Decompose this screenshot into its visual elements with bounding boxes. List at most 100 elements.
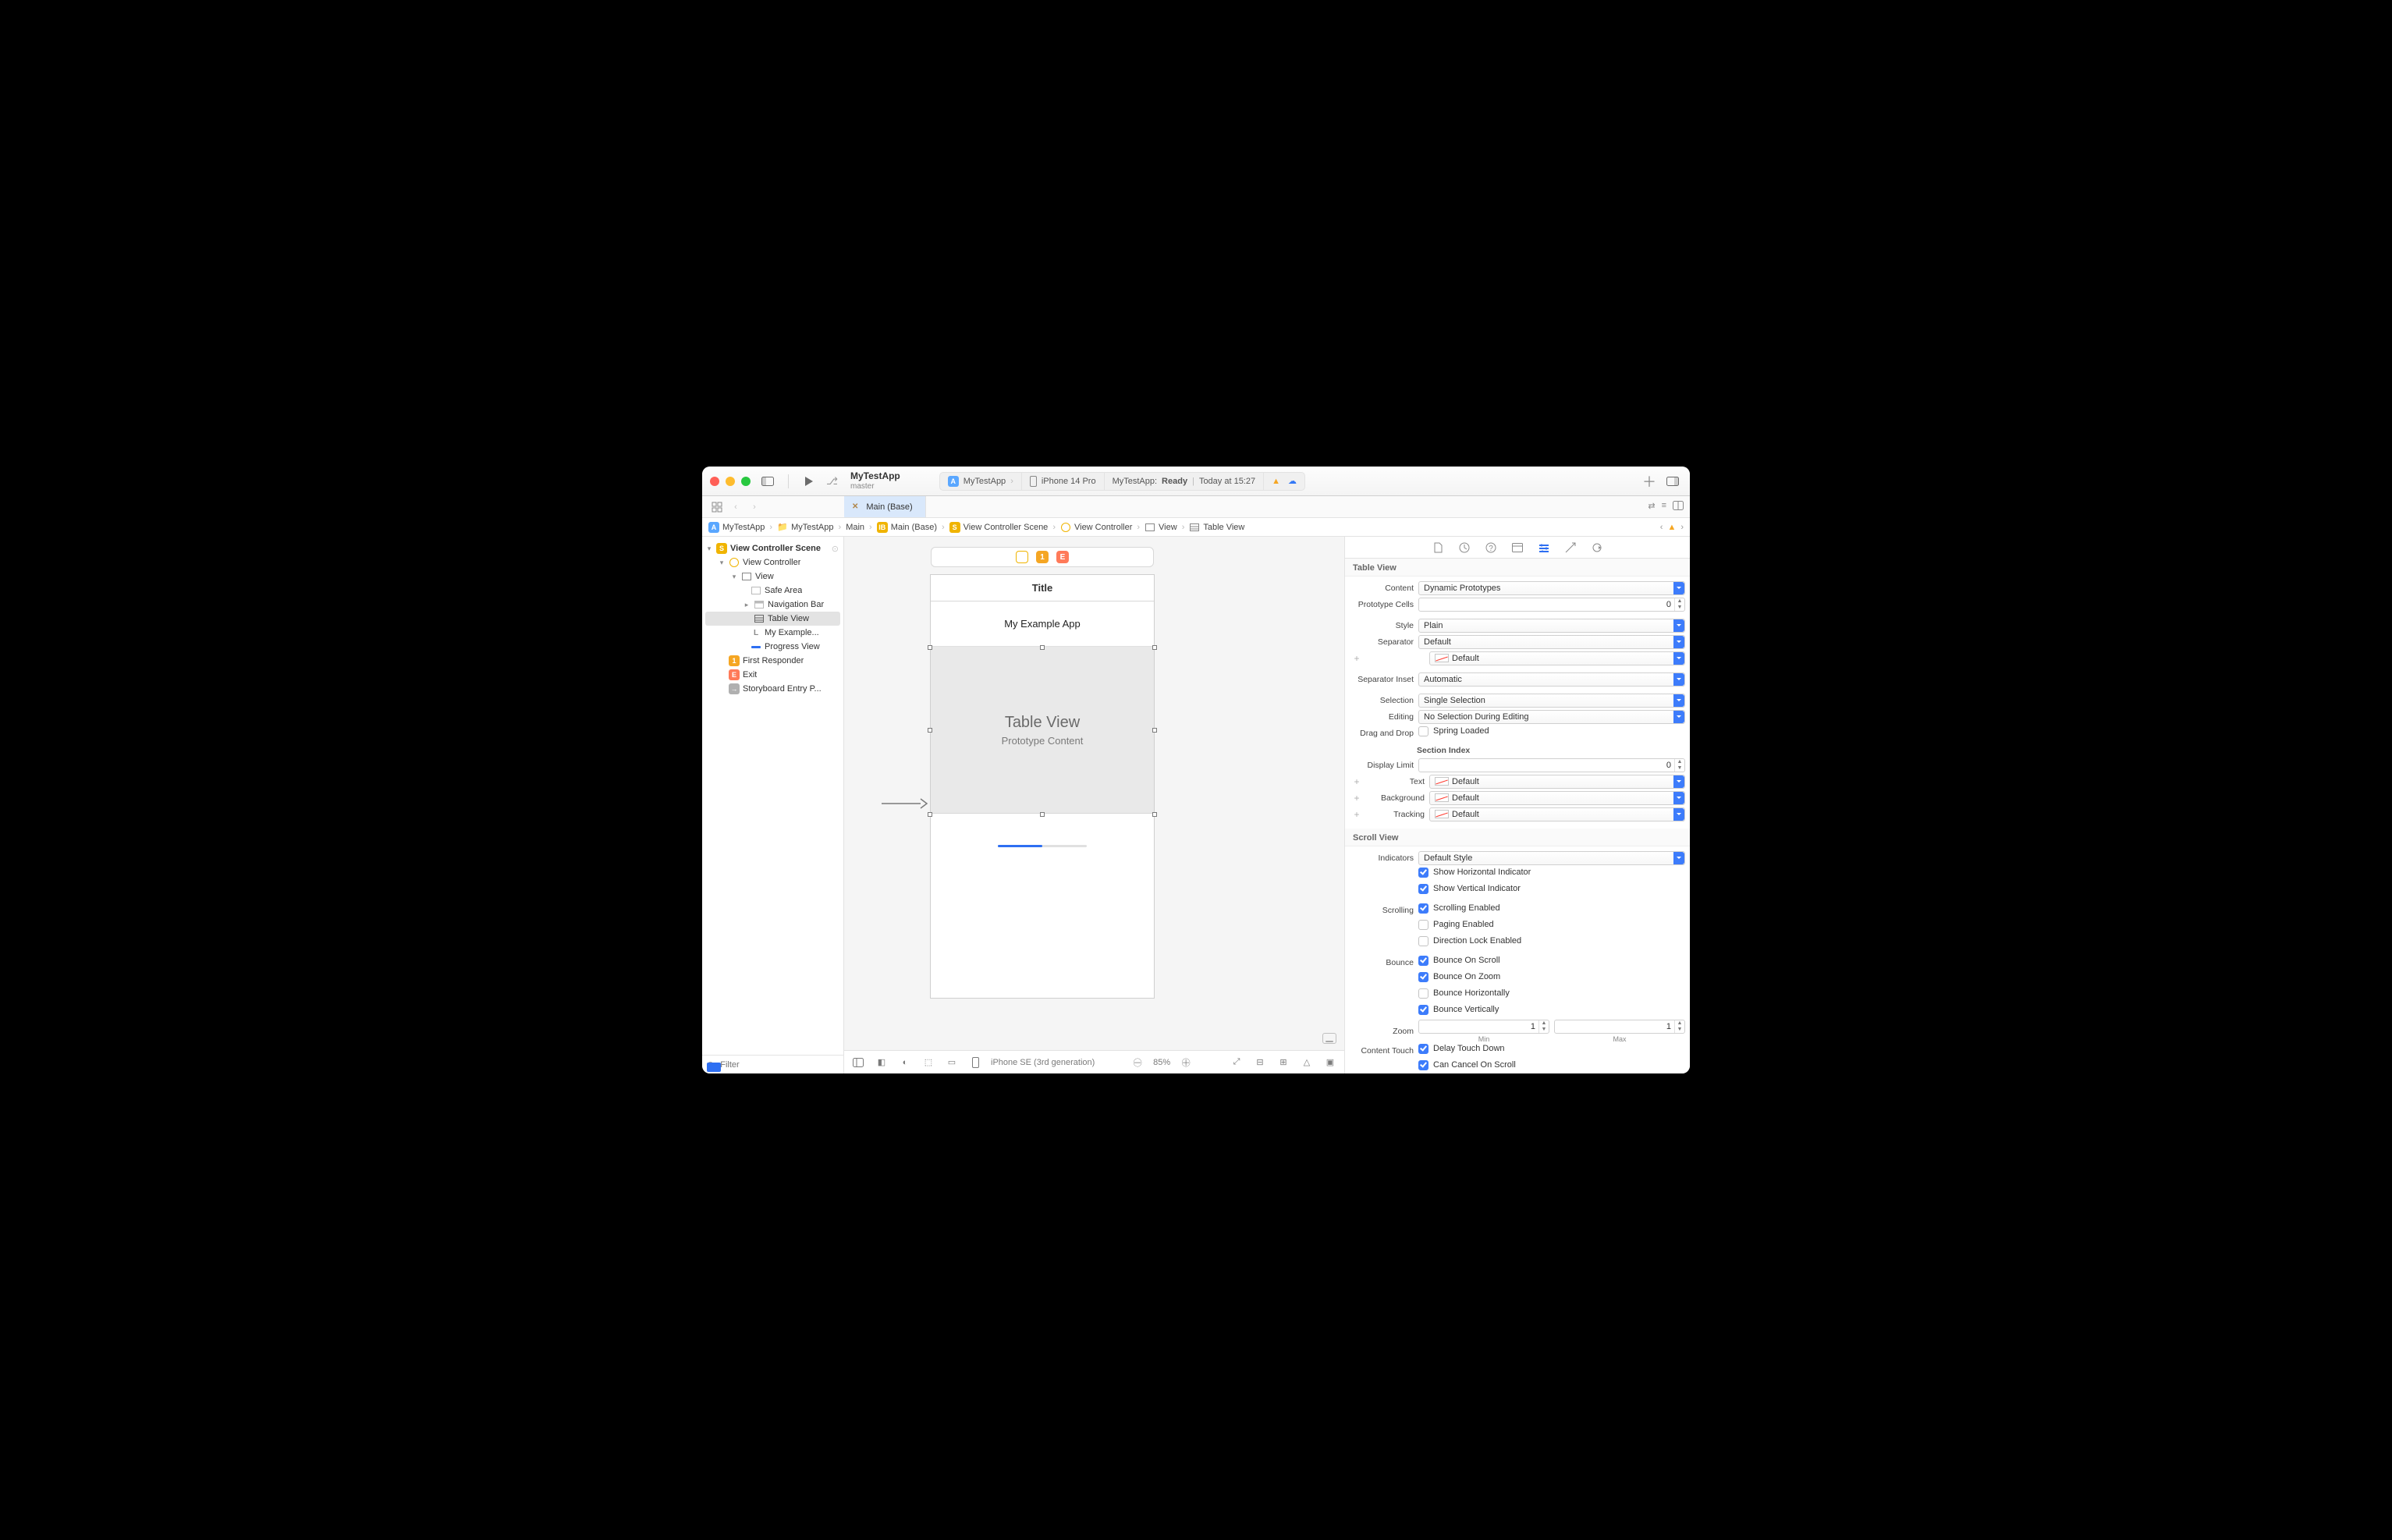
bounce-scroll-checkbox[interactable]: Bounce On Scroll: [1418, 956, 1685, 966]
jump-forward-icon[interactable]: ›: [1680, 523, 1684, 532]
scheme-segment[interactable]: A MyTestApp ›: [940, 473, 1021, 490]
jump-warn-icon[interactable]: ▲: [1667, 523, 1676, 532]
content-popup[interactable]: Dynamic Prototypes: [1418, 581, 1685, 595]
style-popup[interactable]: Plain: [1418, 619, 1685, 633]
outline-first-responder[interactable]: 1 First Responder: [702, 654, 843, 668]
show-v-indicator-checkbox[interactable]: Show Vertical Indicator: [1418, 884, 1685, 894]
library-button[interactable]: ＋: [1640, 472, 1659, 491]
add-bg-color[interactable]: +: [1353, 793, 1361, 804]
scene-options-icon[interactable]: ⊙: [832, 544, 839, 554]
outline-safe-area[interactable]: Safe Area: [702, 584, 843, 598]
prototype-cells-stepper[interactable]: 0▲▼: [1418, 598, 1685, 612]
editor-tab[interactable]: ✕ Main (Base): [844, 496, 926, 517]
debug-tag[interactable]: [707, 1063, 721, 1072]
outline-vc[interactable]: ▾ View Controller: [702, 555, 843, 570]
embed-icon[interactable]: ▣: [1322, 1055, 1338, 1070]
bounce-h-checkbox[interactable]: Bounce Horizontally: [1418, 988, 1685, 999]
connections-tab[interactable]: [1589, 540, 1605, 555]
storyboard-canvas[interactable]: 1 E Title My Example App Table View Prot…: [844, 537, 1344, 1050]
zoom-out-icon[interactable]: －⃝: [1130, 1055, 1145, 1070]
editing-popup[interactable]: No Selection During Editing: [1418, 710, 1685, 724]
minimize-window[interactable]: [726, 477, 735, 486]
selection-popup[interactable]: Single Selection: [1418, 694, 1685, 708]
zoom-min-stepper[interactable]: 1▲▼: [1418, 1020, 1549, 1034]
zoom-max-stepper[interactable]: 1▲▼: [1554, 1020, 1685, 1034]
orientation-icon[interactable]: ⬚: [921, 1055, 936, 1070]
bounce-v-checkbox[interactable]: Bounce Vertically: [1418, 1005, 1685, 1015]
tracking-color-popup[interactable]: Default: [1429, 807, 1685, 821]
display-limit-stepper[interactable]: 0▲▼: [1418, 758, 1685, 772]
outline-navbar[interactable]: ▸ Navigation Bar: [702, 598, 843, 612]
outline-view[interactable]: ▾ View: [702, 570, 843, 584]
constraints-1-icon[interactable]: ⤢: [1229, 1055, 1244, 1070]
back-button[interactable]: ‹: [727, 499, 744, 515]
direction-lock-checkbox[interactable]: Direction Lock Enabled: [1418, 936, 1685, 946]
cancel-scroll-checkbox[interactable]: Can Cancel On Scroll: [1418, 1060, 1685, 1070]
file-ininspector-tab[interactable]: [1430, 540, 1446, 555]
phone-icon[interactable]: [967, 1055, 983, 1070]
forward-button[interactable]: ›: [746, 499, 763, 515]
size-tab[interactable]: [1563, 540, 1578, 555]
cloud-icon[interactable]: ☁︎: [1288, 476, 1297, 486]
scheme-selector[interactable]: MyTestApp master: [850, 471, 900, 490]
separator-inset-popup[interactable]: Automatic: [1418, 672, 1685, 687]
jump-bar[interactable]: AMyTestApp› 📁MyTestApp› Main› IBMain (Ba…: [702, 518, 1690, 537]
outline-exit[interactable]: E Exit: [702, 668, 843, 682]
text-color-popup[interactable]: Default: [1429, 775, 1685, 789]
delay-touch-checkbox[interactable]: Delay Touch Down: [1418, 1044, 1685, 1054]
spring-loaded-checkbox[interactable]: Spring Loaded: [1418, 726, 1685, 736]
separator-color-popup[interactable]: Default: [1429, 651, 1685, 665]
label-cell[interactable]: My Example App: [931, 601, 1154, 647]
history-tab[interactable]: [1457, 540, 1472, 555]
toggle-inspector-icon[interactable]: [1663, 472, 1682, 491]
outline-label[interactable]: L My Example...: [702, 626, 843, 640]
progress-bar[interactable]: [998, 845, 1087, 847]
warning-icon[interactable]: ▲: [1272, 477, 1280, 486]
attributes-tab[interactable]: [1536, 540, 1552, 555]
outline-tableview[interactable]: Table View: [705, 612, 840, 626]
destination-segment[interactable]: iPhone 14 Pro: [1021, 473, 1104, 490]
indicators-popup[interactable]: Default Style: [1418, 851, 1685, 865]
jump-back-icon[interactable]: ‹: [1660, 523, 1663, 532]
bounce-zoom-checkbox[interactable]: Bounce On Zoom: [1418, 972, 1685, 982]
outline-entry[interactable]: → Storyboard Entry P...: [702, 682, 843, 696]
paging-enabled-checkbox[interactable]: Paging Enabled: [1418, 920, 1685, 930]
dock-exit-icon[interactable]: E: [1056, 551, 1069, 563]
add-sep-color[interactable]: +: [1353, 653, 1361, 664]
dock-first-responder-icon[interactable]: 1: [1036, 551, 1049, 563]
minimap-icon[interactable]: [1322, 1033, 1336, 1044]
zoom-in-icon[interactable]: ＋⃝: [1178, 1055, 1194, 1070]
dock-vc-icon[interactable]: [1016, 551, 1028, 563]
appearance-icon[interactable]: ◐: [897, 1055, 913, 1070]
help-tab[interactable]: ?: [1483, 540, 1499, 555]
background-color-popup[interactable]: Default: [1429, 791, 1685, 805]
identity-tab[interactable]: [1510, 540, 1525, 555]
view-controller-canvas[interactable]: 1 E Title My Example App Table View Prot…: [930, 574, 1155, 999]
outline-toggle-icon[interactable]: [850, 1055, 866, 1070]
resolve-icon[interactable]: △: [1299, 1055, 1315, 1070]
swap-icon[interactable]: ⇄: [1648, 501, 1655, 513]
adjust-icon[interactable]: ≡: [1662, 501, 1666, 513]
table-view-placeholder[interactable]: Table View Prototype Content: [931, 647, 1154, 814]
toggle-navigator-icon[interactable]: [758, 472, 777, 491]
scene-dock[interactable]: 1 E: [931, 547, 1154, 567]
outline-progress[interactable]: Progress View: [702, 640, 843, 654]
zoom-window[interactable]: [741, 477, 751, 486]
close-window[interactable]: [710, 477, 719, 486]
outline-scene[interactable]: ▾S View Controller Scene ⊙: [702, 541, 843, 555]
add-editor-icon[interactable]: [1673, 501, 1684, 513]
align-icon[interactable]: ⊟: [1252, 1055, 1268, 1070]
add-tracking-color[interactable]: +: [1353, 809, 1361, 820]
show-h-indicator-checkbox[interactable]: Show Horizontal Indicator: [1418, 868, 1685, 878]
device-config-icon[interactable]: ▭: [944, 1055, 960, 1070]
adjust-editor-icon[interactable]: ◧: [874, 1055, 889, 1070]
scrolling-enabled-checkbox[interactable]: Scrolling Enabled: [1418, 903, 1685, 914]
related-items-icon[interactable]: [708, 499, 726, 515]
device-label[interactable]: iPhone SE (3rd generation): [991, 1058, 1095, 1067]
add-text-color[interactable]: +: [1353, 776, 1361, 787]
pin-icon[interactable]: ⊞: [1276, 1055, 1291, 1070]
separator-popup[interactable]: Default: [1418, 635, 1685, 649]
run-button[interactable]: [800, 472, 818, 491]
zoom-label[interactable]: 85%: [1153, 1058, 1170, 1067]
nav-bar[interactable]: Title: [931, 575, 1154, 601]
